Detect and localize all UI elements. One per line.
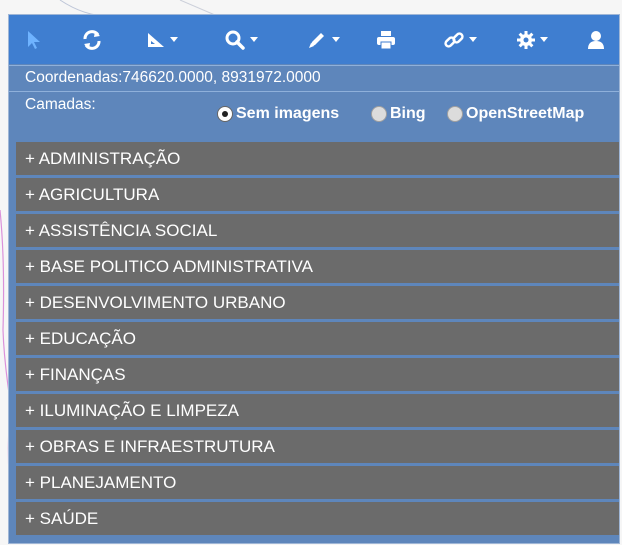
coordinates-readout: Coordenadas:746620.0000, 8931972.0000 — [9, 65, 619, 89]
chevron-down-icon — [170, 37, 178, 42]
category-administracao[interactable]: + ADMINISTRAÇÃO — [16, 142, 619, 175]
category-financas[interactable]: + FINANÇAS — [16, 358, 619, 391]
ruler-triangle-icon — [148, 32, 164, 47]
gear-icon — [517, 30, 535, 49]
layer-option-sem-imagens[interactable]: Sem imagens — [217, 105, 339, 123]
layer-option-label: Bing — [390, 105, 426, 122]
printer-icon — [377, 30, 395, 49]
chevron-down-icon — [469, 37, 477, 42]
zoom-tool-button[interactable] — [215, 15, 267, 64]
category-obras-e-infraestrutura[interactable]: + OBRAS E INFRAESTRUTURA — [16, 430, 619, 463]
select-tool-button[interactable] — [21, 15, 47, 64]
user-tool-button[interactable] — [583, 15, 609, 64]
draw-tool-button[interactable] — [297, 15, 349, 64]
chevron-down-icon — [250, 37, 258, 42]
layer-option-bing[interactable]: Bing — [371, 105, 426, 123]
refresh-icon — [83, 29, 101, 50]
magnifier-icon — [225, 30, 245, 50]
category-assistencia-social[interactable]: + ASSISTÊNCIA SOCIAL — [16, 214, 619, 247]
chevron-down-icon — [540, 37, 548, 42]
base-layers-selector: Camadas: Sem imagens Bing OpenStreetMap — [9, 91, 619, 142]
layer-option-label: Sem imagens — [236, 105, 340, 122]
link-icon — [444, 31, 464, 48]
layers-panel: Coordenadas:746620.0000, 8931972.0000 Ca… — [8, 14, 620, 544]
layer-category-list: + ADMINISTRAÇÃO + AGRICULTURA + ASSISTÊN… — [16, 142, 619, 538]
radio-unselected-icon[interactable] — [447, 106, 463, 122]
category-base-politico-administrativa[interactable]: + BASE POLITICO ADMINISTRATIVA — [16, 250, 619, 283]
toolbar — [9, 15, 619, 64]
category-desenvolvimento-urbano[interactable]: + DESENVOLVIMENTO URBANO — [16, 286, 619, 319]
layer-option-openstreetmap[interactable]: OpenStreetMap — [447, 105, 584, 123]
measure-tool-button[interactable] — [137, 15, 187, 64]
refresh-tool-button[interactable] — [77, 15, 107, 64]
pencil-icon — [309, 32, 324, 48]
category-saude[interactable]: + SAÚDE — [16, 502, 619, 535]
category-planejamento[interactable]: + PLANEJAMENTO — [16, 466, 619, 499]
chevron-down-icon — [332, 37, 340, 42]
category-agricultura[interactable]: + AGRICULTURA — [16, 178, 619, 211]
link-tool-button[interactable] — [437, 15, 483, 64]
settings-tool-button[interactable] — [509, 15, 555, 64]
radio-selected-icon[interactable] — [217, 106, 233, 122]
layer-option-label: OpenStreetMap — [466, 105, 585, 122]
layers-label: Camadas: — [25, 96, 96, 113]
user-icon — [588, 30, 604, 49]
category-educacao[interactable]: + EDUCAÇÃO — [16, 322, 619, 355]
category-iluminacao-e-limpeza[interactable]: + ILUMINAÇÃO E LIMPEZA — [16, 394, 619, 427]
cursor-arrow-icon — [28, 30, 40, 49]
print-tool-button[interactable] — [371, 15, 401, 64]
radio-unselected-icon[interactable] — [371, 106, 387, 122]
